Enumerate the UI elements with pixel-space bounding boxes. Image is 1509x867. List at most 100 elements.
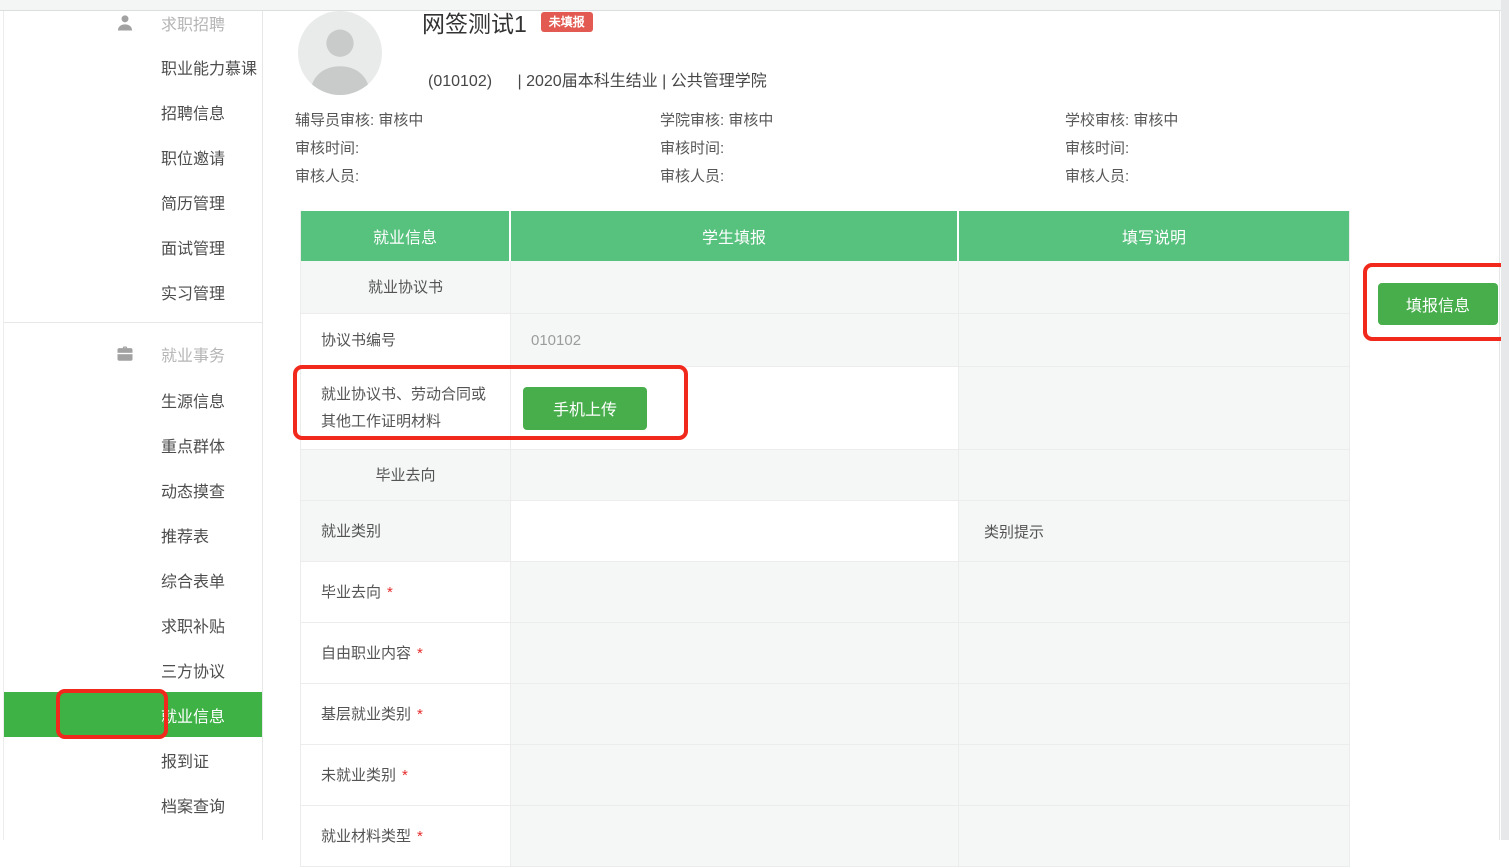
- row-label-cell: 就业材料类型*: [301, 806, 511, 866]
- table-header-student-fill: 学生填报: [511, 211, 959, 261]
- sidebar-item[interactable]: 实习管理: [4, 269, 262, 314]
- audit-status-value: 审核中: [728, 112, 773, 129]
- student-fill-cell: 010102: [511, 314, 959, 366]
- student-meta: | 2020届本科生结业 | 公共管理学院: [518, 73, 767, 90]
- sidebar-item[interactable]: 报到证: [4, 737, 262, 782]
- table-row: 就业协议书、劳动合同或其他工作证明材料手机上传: [301, 367, 1349, 450]
- fill-note-cell: [959, 367, 1349, 449]
- sidebar-item-label: 招聘信息: [161, 100, 225, 124]
- audit-staff-label: 审核人员:: [295, 163, 423, 191]
- sidebar-item[interactable]: 求职补贴: [4, 602, 262, 647]
- fill-note-cell: [959, 623, 1349, 683]
- row-label: 毕业去向: [375, 462, 435, 489]
- required-asterisk: *: [417, 640, 423, 667]
- student-fill-cell: [511, 806, 959, 866]
- sidebar-section-title: 就业事务: [161, 342, 225, 366]
- table-header-fill-note: 填写说明: [959, 211, 1349, 261]
- row-label: 基层就业类别: [321, 701, 411, 728]
- sidebar-nav: 求职招聘职业能力慕课招聘信息职位邀请简历管理面试管理实习管理就业事务生源信息重点…: [3, 11, 263, 840]
- sidebar-item[interactable]: 推荐表: [4, 512, 262, 557]
- row-label-cell: 基层就业类别*: [301, 684, 511, 744]
- status-badge: 未填报: [541, 12, 593, 32]
- table-row: 基层就业类别*: [301, 684, 1349, 745]
- sidebar-section: 就业事务生源信息重点群体动态摸查推荐表综合表单求职补贴三方协议就业信息报到证档案…: [4, 342, 262, 827]
- table-row: 毕业去向*: [301, 562, 1349, 623]
- sidebar-item[interactable]: 重点群体: [4, 422, 262, 467]
- student-code: (010102): [428, 73, 492, 90]
- sidebar-item[interactable]: 职业能力慕课: [4, 44, 262, 89]
- required-asterisk: *: [417, 823, 423, 850]
- sidebar-item-list: 职业能力慕课招聘信息职位邀请简历管理面试管理实习管理: [4, 44, 262, 314]
- row-label-cell: 未就业类别*: [301, 745, 511, 805]
- fill-note-cell: [959, 562, 1349, 622]
- mobile-upload-button[interactable]: 手机上传: [523, 387, 647, 430]
- table-row: 就业类别类别提示: [301, 501, 1349, 562]
- audit-column-school: 学校审核: 审核中 审核时间: 审核人员:: [1065, 107, 1178, 191]
- student-fill-cell: [511, 450, 959, 500]
- cell-value: 010102: [531, 332, 581, 349]
- table-header-row: 就业信息 学生填报 填写说明: [301, 211, 1349, 261]
- sidebar-section-header: 就业事务: [4, 342, 262, 366]
- audit-time-label: 审核时间:: [295, 135, 423, 163]
- profile-subtitle: (010102) | 2020届本科生结业 | 公共管理学院: [428, 67, 767, 91]
- fill-note-cell: [959, 450, 1349, 500]
- sidebar-item[interactable]: 职位邀请: [4, 134, 262, 179]
- sidebar-item[interactable]: 招聘信息: [4, 89, 262, 134]
- fill-note-cell: [959, 806, 1349, 866]
- audit-status-value: 审核中: [1133, 112, 1178, 129]
- table-row: 未就业类别*: [301, 745, 1349, 806]
- table-row: 就业协议书: [301, 261, 1349, 314]
- student-fill-cell: [511, 684, 959, 744]
- sidebar-item-label: 报到证: [161, 748, 209, 772]
- sidebar-item-label: 求职补贴: [161, 613, 225, 637]
- sidebar-item-label: 档案查询: [161, 793, 225, 817]
- sidebar-item[interactable]: 面试管理: [4, 224, 262, 269]
- sidebar-item[interactable]: 档案查询: [4, 782, 262, 827]
- required-asterisk: *: [417, 701, 423, 728]
- row-label-cell: 协议书编号: [301, 314, 511, 366]
- audit-status-line: 学院审核: 审核中: [660, 107, 773, 135]
- sidebar-item-label: 职业能力慕课: [161, 55, 257, 79]
- sidebar-item[interactable]: 动态摸查: [4, 467, 262, 512]
- fill-note-cell: [959, 684, 1349, 744]
- user-icon: [114, 12, 136, 34]
- sidebar-section-title: 求职招聘: [161, 11, 225, 35]
- sidebar-item[interactable]: 生源信息: [4, 377, 262, 422]
- top-strip: [0, 0, 1509, 11]
- row-label: 就业材料类型: [321, 823, 411, 850]
- sidebar-item-label: 生源信息: [161, 388, 225, 412]
- audit-role-label: 学院审核:: [660, 112, 724, 129]
- fill-note-cell: [959, 314, 1349, 366]
- required-asterisk: *: [387, 579, 393, 606]
- audit-staff-label: 审核人员:: [660, 163, 773, 191]
- table-row: 就业材料类型*: [301, 806, 1349, 867]
- sidebar-item[interactable]: 简历管理: [4, 179, 262, 224]
- audit-role-label: 辅导员审核:: [295, 112, 374, 129]
- sidebar-item-label: 职位邀请: [161, 145, 225, 169]
- sidebar-item[interactable]: 综合表单: [4, 557, 262, 602]
- sidebar-item-active[interactable]: 就业信息: [4, 692, 262, 737]
- row-label-cell: 毕业去向*: [301, 562, 511, 622]
- fill-note-cell: [959, 745, 1349, 805]
- page-scrollbar[interactable]: [1501, 0, 1509, 840]
- audit-role-label: 学校审核:: [1065, 112, 1129, 129]
- sidebar-item[interactable]: 三方协议: [4, 647, 262, 692]
- student-fill-cell: [511, 562, 959, 622]
- audit-status-value: 审核中: [378, 112, 423, 129]
- student-fill-cell: [511, 501, 959, 561]
- audit-status-line: 学校审核: 审核中: [1065, 107, 1178, 135]
- audit-time-label: 审核时间:: [660, 135, 773, 163]
- sidebar-item-label: 综合表单: [161, 568, 225, 592]
- sidebar-divider: [4, 322, 262, 323]
- student-fill-cell: [511, 261, 959, 313]
- fill-info-button[interactable]: 填报信息: [1378, 283, 1498, 325]
- sidebar-item-list: 生源信息重点群体动态摸查推荐表综合表单求职补贴三方协议就业信息报到证档案查询: [4, 377, 262, 827]
- sidebar-section-header: 求职招聘: [4, 11, 262, 35]
- student-fill-cell: [511, 623, 959, 683]
- audit-time-label: 审核时间:: [1065, 135, 1178, 163]
- sidebar-item-label: 重点群体: [161, 433, 225, 457]
- cell-note: 类别提示: [984, 521, 1044, 542]
- audit-column-counselor: 辅导员审核: 审核中 审核时间: 审核人员:: [295, 107, 423, 191]
- table-row: 协议书编号 010102: [301, 314, 1349, 367]
- audit-status-line: 辅导员审核: 审核中: [295, 107, 423, 135]
